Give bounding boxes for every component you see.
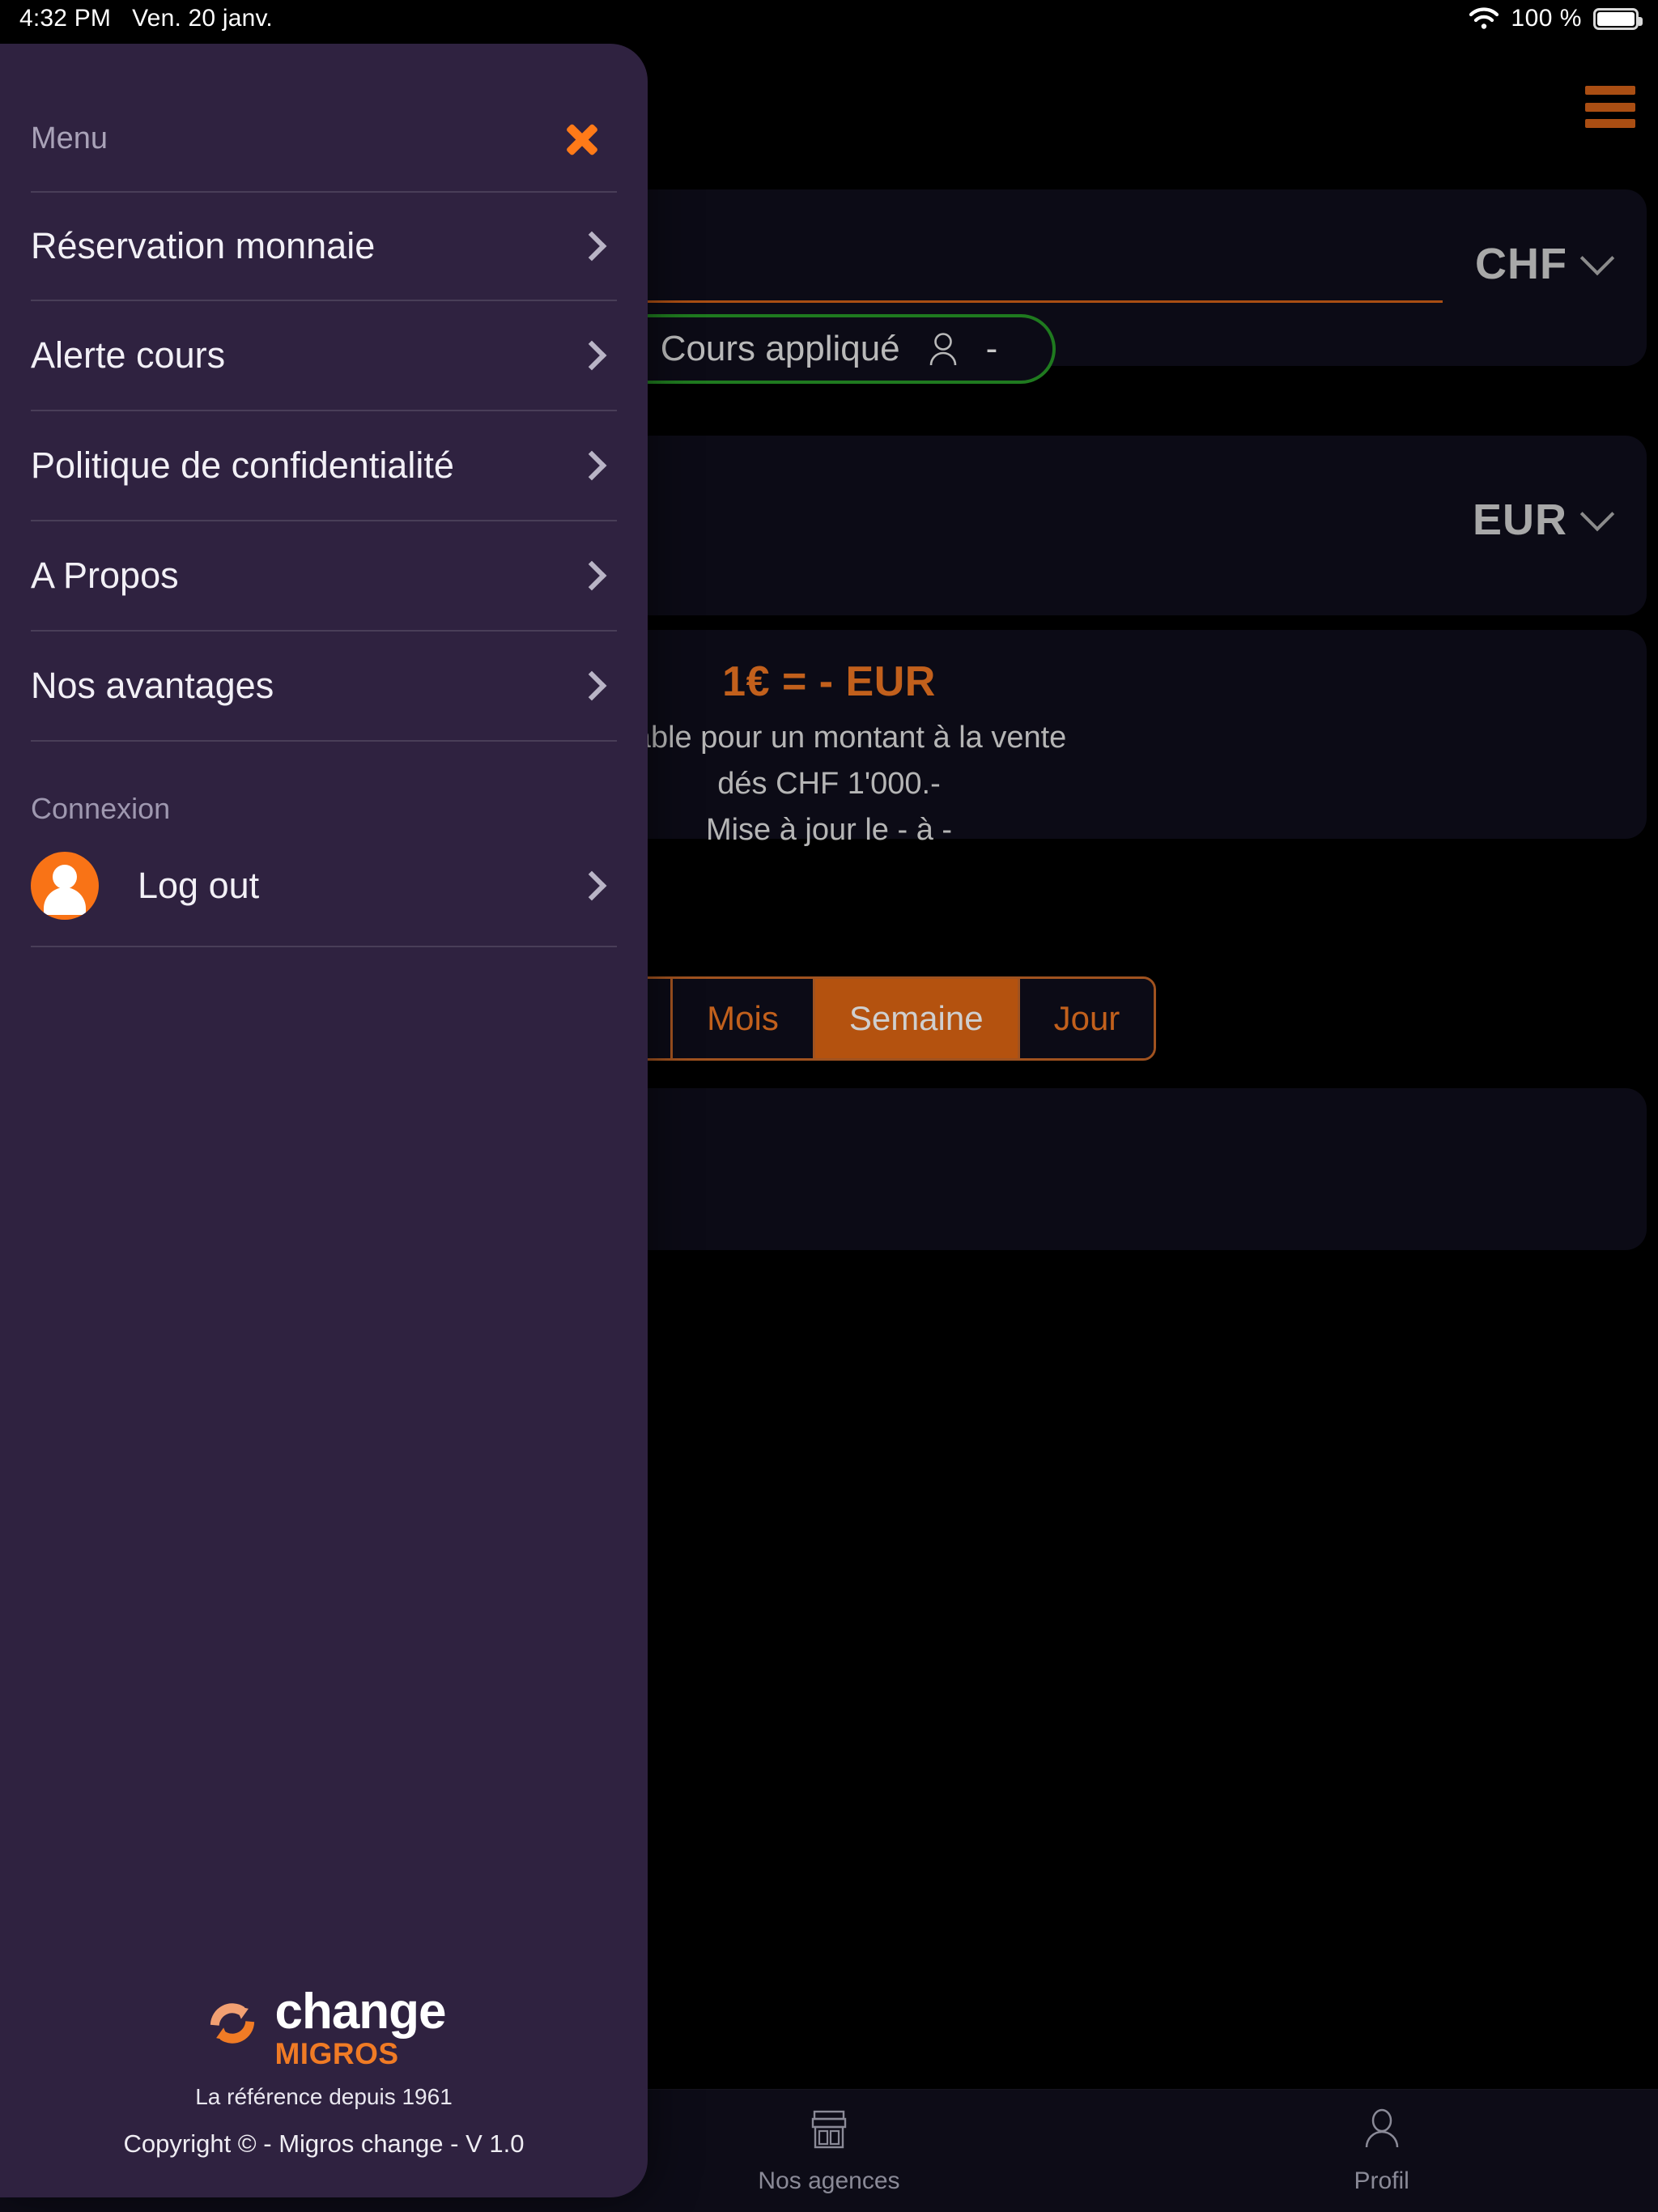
currency-from-code: CHF (1475, 240, 1567, 288)
drawer-item-nos-avantages[interactable]: Nos avantages (31, 632, 617, 742)
footer-copyright: Copyright © - Migros change - V 1.0 (123, 2129, 525, 2158)
wifi-icon (1469, 7, 1499, 30)
nav-label-profil: Profil (1354, 2167, 1409, 2194)
nav-item-profil[interactable]: Profil (1261, 2107, 1503, 2195)
user-avatar-icon (31, 852, 99, 920)
drawer-item-label: Réservation monnaie (31, 225, 376, 266)
status-time: 4:32 PM (19, 5, 112, 32)
drawer-item-reservation-monnaie[interactable]: Réservation monnaie (31, 191, 617, 301)
applied-rate-value: - (985, 329, 998, 368)
footer-brand-subname: MIGROS (274, 2037, 399, 2070)
side-drawer: Menu Réservation monnaie Alerte cours Po… (0, 44, 648, 2197)
store-icon (806, 2107, 852, 2156)
chevron-right-icon (576, 231, 607, 262)
currency-to-code: EUR (1472, 496, 1567, 544)
drawer-section-connexion: Connexion (31, 792, 171, 825)
footer-tagline: La référence depuis 1961 (195, 2084, 453, 2109)
drawer-title: Menu (31, 121, 108, 155)
nav-item-agences[interactable]: Nos agences (708, 2107, 950, 2195)
chevron-down-icon (1579, 240, 1615, 276)
drawer-menu-list: Réservation monnaie Alerte cours Politiq… (0, 191, 648, 742)
drawer-item-logout[interactable]: Log out (31, 826, 617, 947)
nav-label-agences: Nos agences (758, 2167, 900, 2194)
drawer-header: Menu (0, 44, 648, 191)
drawer-item-label: Politique de confidentialité (31, 445, 454, 486)
currency-to-selector[interactable]: EUR (1472, 495, 1615, 545)
drawer-item-politique-confidentialite[interactable]: Politique de confidentialité (31, 411, 617, 521)
close-icon[interactable] (559, 115, 606, 162)
currency-from-selector[interactable]: CHF (1475, 239, 1615, 289)
chevron-right-icon (576, 340, 607, 371)
logout-label: Log out (138, 865, 260, 906)
applied-rate-pill[interactable]: Cours appliqué - (602, 314, 1056, 384)
chevron-right-icon (576, 450, 607, 481)
chevron-right-icon (576, 870, 607, 901)
applied-rate-label: Cours appliqué (660, 329, 900, 368)
drawer-item-alerte-cours[interactable]: Alerte cours (31, 301, 617, 411)
drawer-item-label: Nos avantages (31, 665, 274, 706)
battery-percent: 100 % (1511, 5, 1582, 32)
user-icon (928, 331, 959, 367)
user-icon (1359, 2107, 1405, 2156)
status-date: Ven. 20 janv. (132, 5, 273, 32)
tab-jour[interactable]: Jour (1019, 979, 1154, 1058)
chevron-right-icon (576, 670, 607, 701)
hamburger-icon[interactable] (1585, 86, 1635, 128)
change-logo-icon (202, 1993, 263, 2054)
drawer-item-label: A Propos (31, 555, 179, 596)
app-root: 4:32 PM Ven. 20 janv. 100 % CHF Cours ap… (0, 0, 1658, 2212)
status-bar: 4:32 PM Ven. 20 janv. 100 % (0, 0, 1658, 44)
chevron-right-icon (576, 560, 607, 591)
chevron-down-icon (1579, 496, 1615, 532)
drawer-item-label: Alerte cours (31, 334, 226, 376)
drawer-footer: change MIGROS La référence depuis 1961 C… (0, 1984, 648, 2159)
tab-mois[interactable]: Mois (673, 979, 815, 1058)
footer-brand-name: change (274, 1984, 446, 2040)
status-bar-left: 4:32 PM Ven. 20 janv. (19, 5, 273, 32)
tab-semaine[interactable]: Semaine (814, 979, 1020, 1058)
drawer-item-a-propos[interactable]: A Propos (31, 521, 617, 632)
status-bar-right: 100 % (1469, 5, 1643, 32)
battery-full-icon (1593, 7, 1643, 30)
